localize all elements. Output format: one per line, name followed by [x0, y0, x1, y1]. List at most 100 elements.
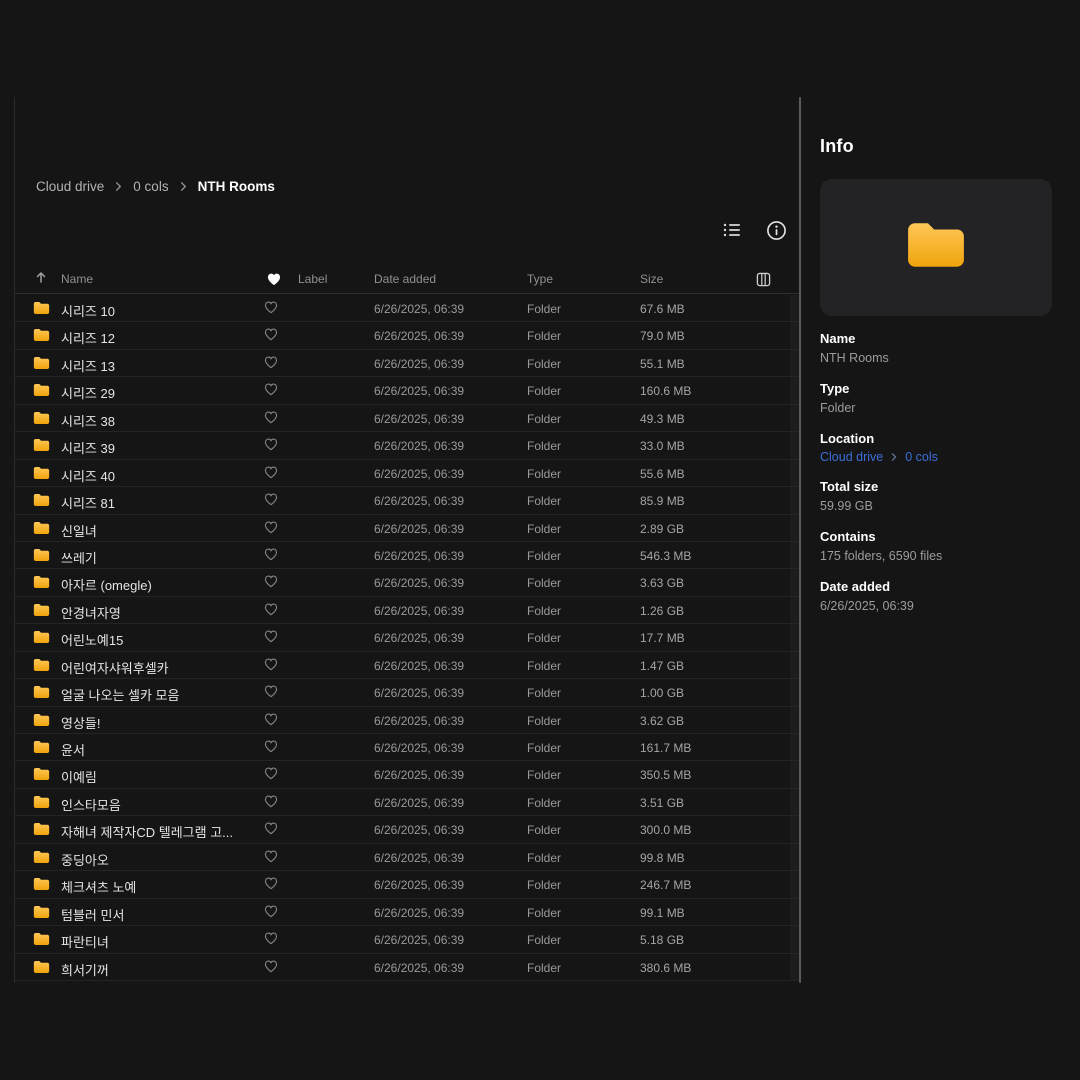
size-value: 99.1 MB	[640, 906, 685, 920]
favorite-heart-icon[interactable]	[264, 960, 278, 978]
info-field-type: Type Folder	[820, 381, 1052, 416]
chevron-right-icon	[179, 182, 188, 191]
size-value: 3.51 GB	[640, 796, 684, 810]
table-row[interactable]: 자해녀 제작자CD 텔레그램 고... 6/26/2025, 06:39 Fol…	[15, 816, 799, 843]
favorite-heart-icon[interactable]	[264, 603, 278, 621]
folder-name: 시리즈 29	[61, 383, 115, 402]
favorite-heart-icon[interactable]	[264, 438, 278, 456]
column-header-name[interactable]: Name	[61, 272, 93, 286]
table-row[interactable]: 시리즈 12 6/26/2025, 06:39 Folder 79.0 MB	[15, 322, 799, 349]
folder-icon	[33, 685, 50, 704]
folder-icon	[33, 932, 50, 951]
favorite-heart-icon[interactable]	[264, 658, 278, 676]
favorite-heart-icon[interactable]	[264, 822, 278, 840]
date-added-value: 6/26/2025, 06:39	[374, 933, 464, 947]
table-row[interactable]: 시리즈 40 6/26/2025, 06:39 Folder 55.6 MB	[15, 460, 799, 487]
columns-settings-icon[interactable]	[756, 272, 771, 290]
size-value: 1.00 GB	[640, 686, 684, 700]
table-row[interactable]: 시리즈 81 6/26/2025, 06:39 Folder 85.9 MB	[15, 487, 799, 514]
column-header-label[interactable]: Label	[298, 272, 327, 286]
date-added-value: 6/26/2025, 06:39	[374, 522, 464, 536]
folder-name: 텀블러 민서	[61, 905, 124, 924]
sort-ascending-icon[interactable]	[35, 271, 47, 287]
breadcrumb-cloud-drive[interactable]: Cloud drive	[36, 179, 104, 194]
list-header: Name Label Date added Type Size	[15, 268, 799, 294]
list-view-icon[interactable]	[720, 218, 744, 242]
table-row[interactable]: 얼굴 나오는 셀카 모음 6/26/2025, 06:39 Folder 1.0…	[15, 679, 799, 706]
favorite-heart-icon[interactable]	[264, 932, 278, 950]
table-row[interactable]: 체크셔츠 노예 6/26/2025, 06:39 Folder 246.7 MB	[15, 871, 799, 898]
table-row[interactable]: 어린노예15 6/26/2025, 06:39 Folder 17.7 MB	[15, 624, 799, 651]
favorite-heart-icon[interactable]	[264, 466, 278, 484]
location-link-0-cols[interactable]: 0 cols	[905, 450, 938, 464]
table-row[interactable]: 어린여자샤워후셀카 6/26/2025, 06:39 Folder 1.47 G…	[15, 652, 799, 679]
favorite-heart-icon[interactable]	[264, 740, 278, 758]
favorite-heart-icon[interactable]	[264, 905, 278, 923]
folder-name: 쓰레기	[61, 548, 97, 567]
table-row[interactable]: 파란티녀 6/26/2025, 06:39 Folder 5.18 GB	[15, 926, 799, 953]
folder-name: 시리즈 40	[61, 466, 115, 485]
column-header-size[interactable]: Size	[640, 272, 663, 286]
favorite-heart-icon[interactable]	[264, 328, 278, 346]
table-row[interactable]: 인스타모음 6/26/2025, 06:39 Folder 3.51 GB	[15, 789, 799, 816]
table-row[interactable]: 시리즈 29 6/26/2025, 06:39 Folder 160.6 MB	[15, 377, 799, 404]
type-value: Folder	[527, 631, 561, 645]
favorite-heart-icon[interactable]	[264, 301, 278, 319]
date-added-value: 6/26/2025, 06:39	[374, 741, 464, 755]
table-row[interactable]: 안경녀자영 6/26/2025, 06:39 Folder 1.26 GB	[15, 597, 799, 624]
favorite-heart-icon[interactable]	[264, 356, 278, 374]
favorite-heart-icon[interactable]	[264, 493, 278, 511]
column-header-date-added[interactable]: Date added	[374, 272, 436, 286]
favorite-heart-icon[interactable]	[264, 850, 278, 868]
favorite-heart-icon[interactable]	[264, 685, 278, 703]
breadcrumb-0-cols[interactable]: 0 cols	[133, 179, 168, 194]
favorite-heart-icon[interactable]	[264, 713, 278, 731]
table-row[interactable]: 아자르 (omegle) 6/26/2025, 06:39 Folder 3.6…	[15, 569, 799, 596]
table-row[interactable]: 시리즈 38 6/26/2025, 06:39 Folder 49.3 MB	[15, 405, 799, 432]
size-value: 2.89 GB	[640, 522, 684, 536]
favorite-heart-icon[interactable]	[264, 411, 278, 429]
favorite-heart-icon[interactable]	[264, 767, 278, 785]
size-value: 160.6 MB	[640, 384, 691, 398]
size-value: 55.1 MB	[640, 357, 685, 371]
favorite-heart-icon[interactable]	[264, 630, 278, 648]
size-value: 546.3 MB	[640, 549, 691, 563]
folder-icon	[33, 630, 50, 649]
location-link-cloud-drive[interactable]: Cloud drive	[820, 450, 883, 464]
table-row[interactable]: 시리즈 10 6/26/2025, 06:39 Folder 67.6 MB	[15, 295, 799, 322]
column-header-favorite-heart-icon[interactable]	[267, 273, 281, 289]
field-value: Folder	[820, 400, 1052, 416]
folder-name: 자해녀 제작자CD 텔레그램 고...	[61, 822, 233, 841]
size-value: 3.63 GB	[640, 576, 684, 590]
table-row[interactable]: 윤서 6/26/2025, 06:39 Folder 161.7 MB	[15, 734, 799, 761]
table-row[interactable]: 이예림 6/26/2025, 06:39 Folder 350.5 MB	[15, 761, 799, 788]
table-row[interactable]: 쓰레기 6/26/2025, 06:39 Folder 546.3 MB	[15, 542, 799, 569]
date-added-value: 6/26/2025, 06:39	[374, 329, 464, 343]
folder-icon	[33, 548, 50, 567]
table-row[interactable]: 신일녀 6/26/2025, 06:39 Folder 2.89 GB	[15, 515, 799, 542]
table-row[interactable]: 시리즈 13 6/26/2025, 06:39 Folder 55.1 MB	[15, 350, 799, 377]
info-field-contains: Contains 175 folders, 6590 files	[820, 529, 1052, 564]
folder-name: 파란티녀	[61, 932, 109, 951]
favorite-heart-icon[interactable]	[264, 795, 278, 813]
scrollbar-thumb[interactable]	[799, 97, 801, 983]
favorite-heart-icon[interactable]	[264, 877, 278, 895]
favorite-heart-icon[interactable]	[264, 383, 278, 401]
table-row[interactable]: 희서기꺼 6/26/2025, 06:39 Folder 380.6 MB	[15, 954, 799, 981]
info-icon[interactable]	[764, 218, 788, 242]
table-row[interactable]: 텀블러 민서 6/26/2025, 06:39 Folder 99.1 MB	[15, 899, 799, 926]
folder-name: 시리즈 38	[61, 411, 115, 430]
table-row[interactable]: 시리즈 39 6/26/2025, 06:39 Folder 33.0 MB	[15, 432, 799, 459]
folder-icon	[33, 795, 50, 814]
table-row[interactable]: 영상들! 6/26/2025, 06:39 Folder 3.62 GB	[15, 707, 799, 734]
folder-icon-large	[905, 220, 967, 275]
favorite-heart-icon[interactable]	[264, 575, 278, 593]
date-added-value: 6/26/2025, 06:39	[374, 604, 464, 618]
type-value: Folder	[527, 522, 561, 536]
favorite-heart-icon[interactable]	[264, 548, 278, 566]
info-fields: Name NTH Rooms Type Folder Location Clou…	[820, 331, 1052, 614]
folder-name: 시리즈 12	[61, 328, 115, 347]
table-row[interactable]: 중딩아오 6/26/2025, 06:39 Folder 99.8 MB	[15, 844, 799, 871]
favorite-heart-icon[interactable]	[264, 521, 278, 539]
column-header-type[interactable]: Type	[527, 272, 553, 286]
